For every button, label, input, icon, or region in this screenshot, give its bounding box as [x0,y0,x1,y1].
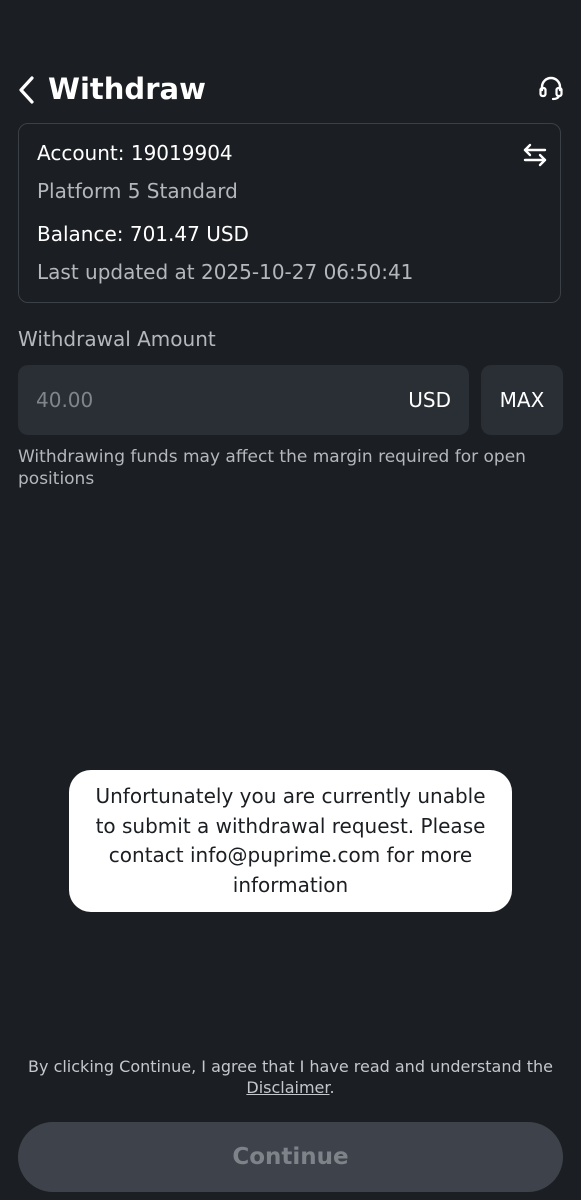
max-button[interactable]: MAX [481,365,563,435]
status-bar [0,0,581,6]
agreement-period: . [329,1078,335,1097]
continue-button[interactable]: Continue [18,1122,563,1192]
headset-icon [539,76,563,101]
support-button[interactable] [534,72,568,104]
agreement-note: By clicking Continue, I agree that I hav… [20,1056,561,1098]
switch-account-button[interactable] [519,140,551,170]
margin-note: Withdrawing funds may affect the margin … [18,447,526,489]
error-toast: Unfortunately you are currently unable t… [69,770,512,912]
currency-label: USD [408,388,451,412]
account-card: Account: 19019904 Platform 5 Standard Ba… [18,123,561,303]
amount-input[interactable] [36,383,336,417]
swap-arrows-icon [523,143,547,167]
account-platform: Platform 5 Standard [37,179,238,203]
account-number: Account: 19019904 [37,141,233,165]
toast-message: Unfortunately you are currently unable t… [95,784,486,897]
chevron-left-icon [19,76,34,104]
back-button[interactable] [10,72,44,108]
account-balance: Balance: 701.47 USD [37,222,249,246]
withdrawal-amount-label: Withdrawal Amount [18,327,216,351]
page-title: Withdraw [48,72,206,106]
disclaimer-link[interactable]: Disclaimer [246,1078,329,1097]
last-updated: Last updated at 2025-10-27 06:50:41 [37,260,414,284]
agreement-text: By clicking Continue, I agree that I hav… [28,1057,553,1076]
amount-field[interactable]: USD [18,365,469,435]
